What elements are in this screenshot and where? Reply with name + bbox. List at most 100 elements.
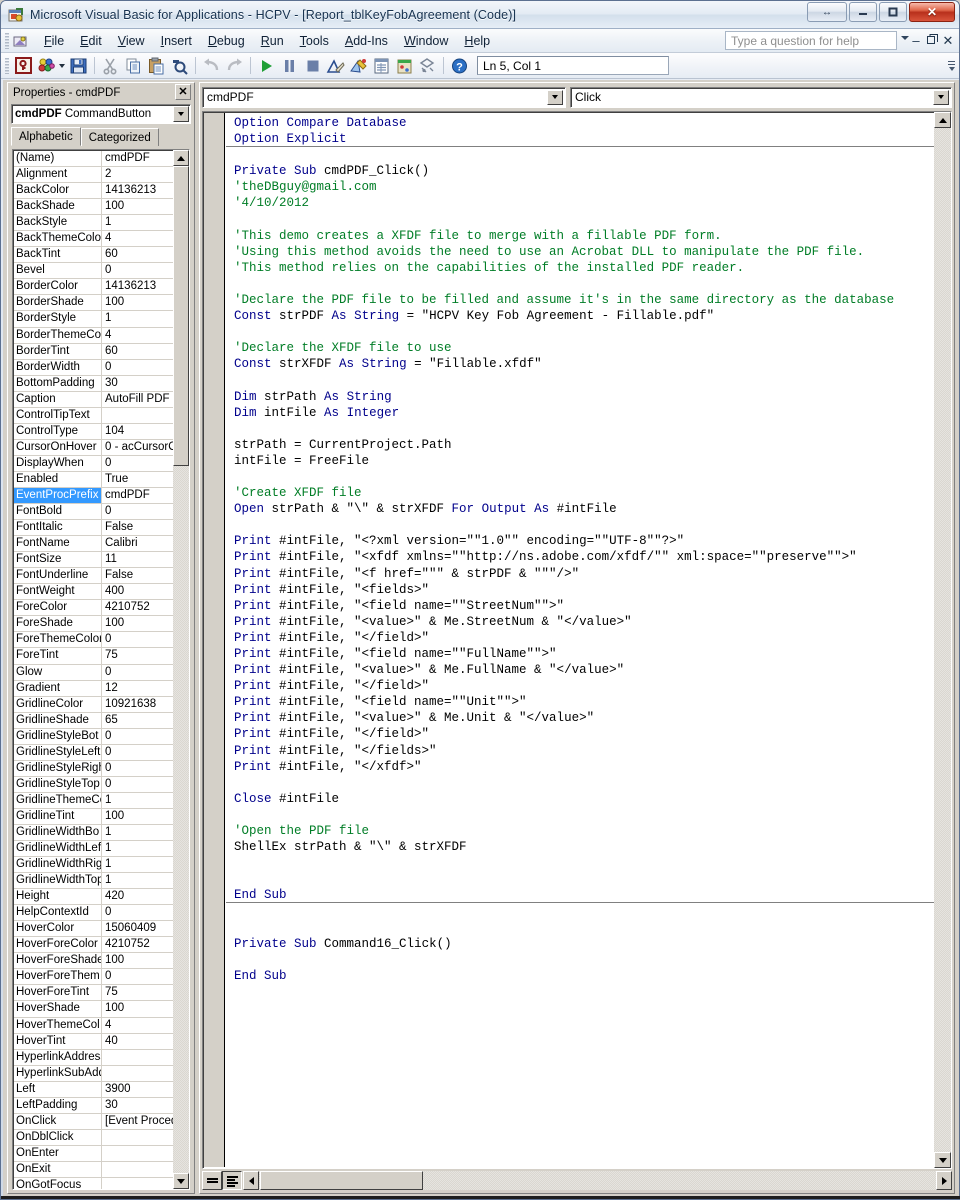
code-line[interactable]: Open strPath & "\" & strXFDF For Output …	[226, 501, 934, 517]
code-line[interactable]: Print #intFile, "</fields>"	[226, 743, 934, 759]
menu-item-debug[interactable]: Debug	[200, 31, 253, 51]
property-value[interactable]: True	[102, 472, 173, 487]
property-value[interactable]: 0	[102, 761, 173, 776]
code-line[interactable]: Private Sub Command16_Click()	[226, 936, 934, 952]
menu-item-insert[interactable]: Insert	[153, 31, 200, 51]
procedure-view-icon[interactable]	[202, 1171, 222, 1190]
code-line[interactable]	[226, 903, 934, 919]
insert-object-dropdown-arrow[interactable]	[58, 56, 67, 76]
view-access-icon[interactable]	[13, 56, 34, 76]
property-row[interactable]: ControlTipText	[14, 407, 173, 424]
property-value[interactable]: Calibri	[102, 536, 173, 551]
property-value[interactable]	[102, 1146, 173, 1161]
property-row[interactable]: BorderShade 100	[14, 295, 173, 312]
property-row[interactable]: OnEnter	[14, 1145, 173, 1162]
code-line[interactable]: 'Using this method avoids the need to us…	[226, 244, 934, 260]
property-row[interactable]: (Name) cmdPDF	[14, 151, 173, 168]
property-value[interactable]: 4	[102, 328, 173, 343]
code-line[interactable]	[226, 855, 934, 871]
property-value[interactable]	[102, 1130, 173, 1145]
property-value[interactable]: 1	[102, 215, 173, 230]
property-row[interactable]: ForeThemeColor 0	[14, 632, 173, 649]
property-value[interactable]: 400	[102, 584, 173, 599]
property-value[interactable]: 10921638	[102, 697, 173, 712]
help-question-input[interactable]: Type a question for help	[725, 31, 897, 50]
property-value[interactable]: 0	[102, 456, 173, 471]
property-row[interactable]: EventProcPrefix cmdPDF	[14, 487, 173, 505]
code-line[interactable]	[226, 276, 934, 292]
property-value[interactable]: 1	[102, 857, 173, 872]
property-row[interactable]: BottomPadding 30	[14, 375, 173, 392]
view-microsoft-access-icon[interactable]	[12, 32, 30, 50]
code-line[interactable]	[226, 920, 934, 936]
code-line[interactable]: Print #intFile, "</field>"	[226, 678, 934, 694]
property-row[interactable]: GridlineWidthTop 1	[14, 873, 173, 890]
toolbar-overflow-button[interactable]	[946, 55, 957, 76]
code-line[interactable]: 'theDBguy@gmail.com	[226, 179, 934, 195]
menu-item-window[interactable]: Window	[396, 31, 456, 51]
code-line[interactable]: 'Open the PDF file	[226, 823, 934, 839]
menu-item-view[interactable]: View	[110, 31, 153, 51]
property-row[interactable]: Height 420	[14, 889, 173, 906]
close-icon[interactable]: ✕	[175, 84, 191, 100]
code-line[interactable]	[226, 421, 934, 437]
property-value[interactable]: 0	[102, 969, 173, 984]
code-line[interactable]: Print #intFile, "<field name=""FullName"…	[226, 646, 934, 662]
property-row[interactable]: HyperlinkAddress	[14, 1049, 173, 1066]
property-row[interactable]: CursorOnHover0 - acCursorOn	[14, 439, 173, 456]
property-value[interactable]: 100	[102, 199, 173, 214]
property-row[interactable]: FontName Calibri	[14, 536, 173, 553]
property-row[interactable]: FontItalic False	[14, 520, 173, 537]
code-line[interactable]: Dim intFile As Integer	[226, 405, 934, 421]
property-value[interactable]: 0	[102, 777, 173, 792]
property-row[interactable]: BackThemeColor 4	[14, 231, 173, 248]
code-line[interactable]: 'This demo creates a XFDF file to merge …	[226, 228, 934, 244]
property-value[interactable]: 14136213	[102, 183, 173, 198]
property-row[interactable]: BorderColor 14136213	[14, 279, 173, 296]
property-row[interactable]: GridlineThemeCo 1	[14, 792, 173, 809]
reset-icon[interactable]	[302, 56, 323, 76]
property-row[interactable]: HoverTint 40	[14, 1033, 173, 1050]
scroll-down-icon[interactable]	[173, 1173, 189, 1189]
properties-scrollbar-track[interactable]	[173, 166, 189, 1173]
scroll-right-icon[interactable]	[936, 1171, 952, 1190]
property-row[interactable]: BorderWidth 0	[14, 359, 173, 376]
paste-icon[interactable]	[146, 56, 167, 76]
code-line[interactable]: strPath = CurrentProject.Path	[226, 437, 934, 453]
property-row[interactable]: GridlineStyleRigh 0	[14, 760, 173, 777]
property-value[interactable]: 30	[102, 376, 173, 391]
property-row[interactable]: BackStyle 1	[14, 215, 173, 232]
code-line[interactable]: 'Declare the XFDF file to use	[226, 340, 934, 356]
property-value[interactable]: 100	[102, 295, 173, 310]
code-line[interactable]: Print #intFile, "<fields>"	[226, 582, 934, 598]
scroll-up-icon[interactable]	[934, 112, 951, 128]
property-row[interactable]: BorderTint 60	[14, 343, 173, 360]
property-row[interactable]: GridlineTint 100	[14, 808, 173, 825]
property-row[interactable]: HoverForeShade 100	[14, 953, 173, 970]
property-value[interactable]: 1	[102, 873, 173, 888]
restore-all-button[interactable]: ↔	[807, 2, 847, 22]
help-icon[interactable]: ?	[449, 56, 470, 76]
find-icon[interactable]	[169, 56, 190, 76]
property-value[interactable]: 1	[102, 841, 173, 856]
code-line[interactable]: Print #intFile, "<value>" & Me.FullName …	[226, 662, 934, 678]
property-value[interactable]: 100	[102, 616, 173, 631]
code-line[interactable]: Print #intFile, "<xfdf xmlns=""http://ns…	[226, 549, 934, 565]
cut-icon[interactable]	[100, 56, 121, 76]
property-row[interactable]: ForeShade 100	[14, 616, 173, 633]
property-row[interactable]: Left 3900	[14, 1081, 173, 1098]
code-line[interactable]: Print #intFile, "<value>" & Me.StreetNum…	[226, 614, 934, 630]
property-value[interactable]	[102, 1178, 173, 1189]
toolbox-icon[interactable]	[417, 56, 438, 76]
code-line[interactable]: Close #intFile	[226, 791, 934, 807]
code-line[interactable]: End Sub	[226, 887, 934, 904]
tab-alphabetic[interactable]: Alphabetic	[11, 127, 81, 146]
property-row[interactable]: LeftPadding 30	[14, 1097, 173, 1114]
properties-object-combo[interactable]: cmdPDF CommandButton	[11, 104, 191, 124]
code-line[interactable]: End Sub	[226, 968, 934, 984]
property-value[interactable]	[102, 1050, 173, 1065]
menu-item-run[interactable]: Run	[253, 31, 292, 51]
property-value[interactable]: 0 - acCursorOn	[102, 440, 173, 455]
property-value[interactable]: 30	[102, 1098, 173, 1113]
mdi-close-button[interactable]: ✕	[941, 33, 955, 49]
